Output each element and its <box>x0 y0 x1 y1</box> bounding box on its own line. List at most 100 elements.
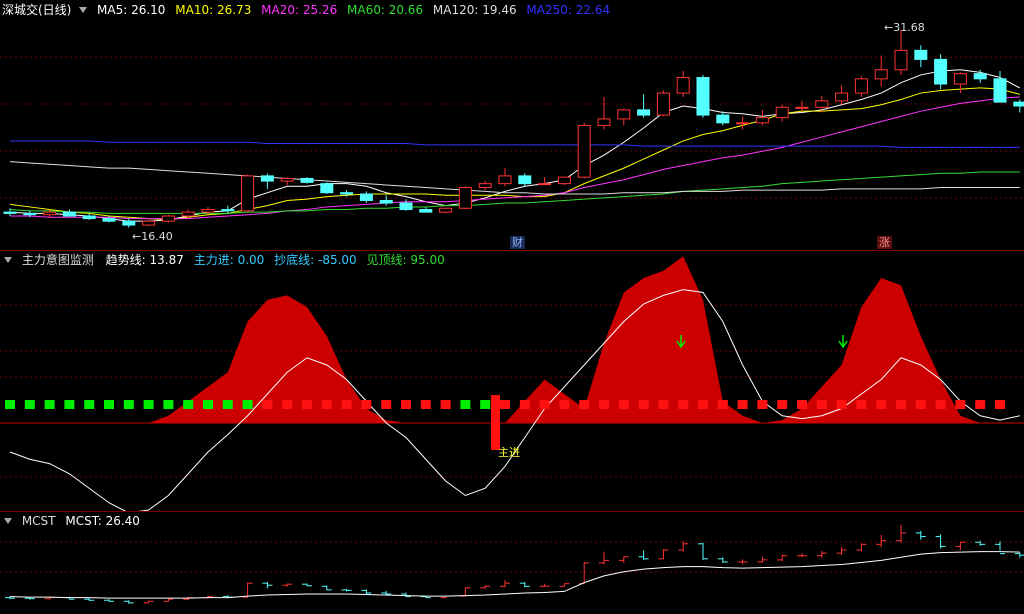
signal-square <box>876 400 887 409</box>
candlestick-chart[interactable] <box>0 0 1024 250</box>
candle <box>201 209 215 213</box>
candle <box>3 211 17 214</box>
signal-square <box>757 400 768 409</box>
candle <box>538 183 552 186</box>
candle <box>993 78 1007 103</box>
signal-square <box>539 400 550 409</box>
signal-square <box>84 400 95 409</box>
signal-square <box>995 400 1005 409</box>
signal-square <box>104 400 114 409</box>
ma250-line <box>10 140 1020 148</box>
candle <box>221 209 235 212</box>
signal-square <box>480 400 491 409</box>
candle <box>934 58 948 85</box>
signal-square <box>321 400 332 409</box>
signal-square <box>242 400 253 409</box>
ma20-line <box>10 96 1020 220</box>
candle <box>1013 101 1024 107</box>
candle <box>241 175 255 212</box>
signal-square <box>777 400 788 409</box>
candle <box>676 77 690 94</box>
signal-square <box>401 400 411 409</box>
arrow-left-icon: ← <box>132 230 142 243</box>
high-value: 31.68 <box>893 21 925 34</box>
signal-square <box>500 400 510 409</box>
candle <box>439 207 453 213</box>
signal-square <box>123 400 134 409</box>
candle <box>498 175 512 185</box>
candle <box>953 73 967 85</box>
signal-square <box>460 400 471 409</box>
candle <box>379 199 393 204</box>
candle <box>637 109 651 116</box>
signal-square <box>975 400 986 409</box>
candle <box>973 73 987 80</box>
candle <box>122 220 136 226</box>
signal-square <box>836 400 847 409</box>
signal-square <box>559 400 570 409</box>
candle <box>458 187 472 209</box>
signal-square <box>183 400 194 409</box>
finance-badge[interactable]: 财 <box>510 236 525 249</box>
candle <box>260 175 274 182</box>
candle <box>161 215 175 222</box>
candle <box>518 175 532 185</box>
signal-square <box>64 400 75 409</box>
candle <box>854 78 868 94</box>
main-force-signal-text: 主进 <box>498 446 520 459</box>
candle <box>181 211 195 217</box>
candle <box>874 69 888 80</box>
limit-up-badge[interactable]: 涨 <box>877 236 892 249</box>
main-force-area <box>10 256 1020 423</box>
candle <box>914 49 928 60</box>
candle <box>736 122 750 125</box>
signal-square <box>282 400 293 409</box>
signal-square <box>341 400 352 409</box>
signal-square <box>44 400 55 409</box>
candle <box>755 117 769 124</box>
signal-square <box>737 400 748 409</box>
candle <box>340 192 354 195</box>
ma10-line <box>9 87 1020 221</box>
arrow-left-icon: ← <box>884 21 894 34</box>
signal-square <box>420 400 431 409</box>
indicator-chart[interactable] <box>0 251 1024 511</box>
candle <box>419 209 433 213</box>
candle <box>23 212 37 216</box>
signal-square <box>638 400 649 409</box>
arrow-down-icon <box>838 335 848 349</box>
signal-square <box>5 400 15 409</box>
candle <box>815 100 829 108</box>
candle <box>716 114 730 124</box>
signal-square <box>222 400 233 409</box>
mcst-chart[interactable] <box>0 512 1024 614</box>
candle <box>359 193 373 201</box>
candle <box>894 49 908 71</box>
signal-square <box>579 400 590 409</box>
candle <box>656 92 670 116</box>
signal-square <box>143 400 154 409</box>
signal-square <box>361 400 372 409</box>
high-price-label: ←31.68 <box>884 21 925 34</box>
signal-square <box>519 400 530 409</box>
signal-square <box>955 400 966 409</box>
price-panel: 深城交(日线) MA5: 26.10 MA10: 26.73 MA20: 25.… <box>0 0 1024 250</box>
signal-square <box>599 400 609 409</box>
signal-square <box>915 400 926 409</box>
signal-square <box>935 400 946 409</box>
signal-square <box>203 400 213 409</box>
candle <box>557 176 571 185</box>
signal-square <box>24 400 35 409</box>
signal-square <box>896 400 906 409</box>
signal-square <box>163 400 174 409</box>
candle <box>62 211 76 217</box>
candle <box>795 106 809 109</box>
signal-square <box>618 400 629 409</box>
signal-square <box>816 400 827 409</box>
candle <box>280 177 294 182</box>
signal-square <box>717 400 728 409</box>
candle <box>617 109 631 120</box>
signal-square <box>440 400 451 409</box>
signal-square <box>856 400 867 409</box>
low-price-label: ←16.40 <box>132 230 173 243</box>
